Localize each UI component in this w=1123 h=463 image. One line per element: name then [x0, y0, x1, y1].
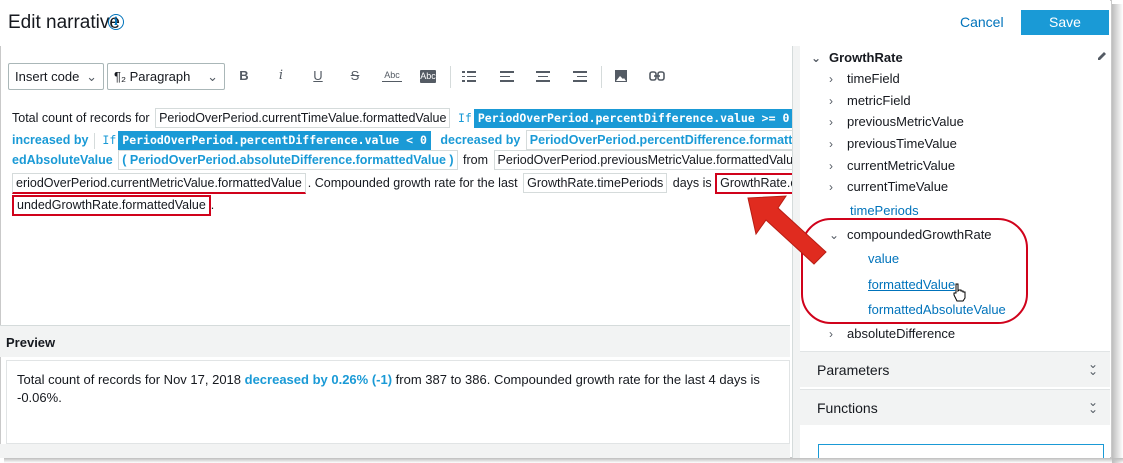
tree-node-label: absoluteDifference: [847, 326, 956, 341]
parameters-accordion[interactable]: Parameters ⌄ ⌄: [800, 351, 1110, 387]
tree-node-metricfield[interactable]: › metricField: [829, 93, 911, 108]
window-shadow-right: [1112, 4, 1123, 463]
tree-node-growthrate[interactable]: ⌄ GrowthRate: [811, 50, 903, 65]
preview-highlight: decreased by 0.26% (-1): [244, 372, 393, 387]
editor-toolbar: Insert code ⌄ ¶₂ Paragraph ⌄ B i U S Abc…: [3, 60, 793, 94]
tree-node-label: timeField: [847, 71, 900, 86]
preview-label: Preview: [6, 335, 56, 350]
preview-text: -0.06%.: [17, 390, 62, 405]
if-branch-text: increased by: [12, 133, 89, 147]
accordion-label: Functions: [817, 400, 878, 416]
chevron-right-icon: ›: [829, 159, 833, 173]
double-chevron-down-icon: ⌄ ⌄: [1087, 395, 1098, 416]
narrative-editor[interactable]: Total count of records for PeriodOverPer…: [0, 100, 842, 324]
bold-button[interactable]: B: [234, 68, 254, 83]
align-right-icon[interactable]: [573, 71, 587, 82]
expression-token[interactable]: PeriodOverPeriod.percentDifference.forma…: [525, 130, 797, 150]
info-icon[interactable]: i: [108, 14, 124, 30]
editor-line: Total count of records for PeriodOverPer…: [12, 106, 794, 128]
tree-leaf-timeperiods[interactable]: timePeriods: [850, 203, 919, 218]
editor-text: . Compounded growth rate for the last: [307, 176, 518, 190]
editor-text: .: [210, 198, 215, 212]
annotation-highlight-ellipse: [801, 218, 1028, 324]
tree-node-label: currentTimeValue: [847, 179, 949, 194]
preview-footer: [0, 444, 790, 458]
link-icon[interactable]: [649, 70, 665, 82]
functions-accordion[interactable]: Functions ⌄ ⌄: [800, 389, 1110, 425]
toolbar-divider: [601, 66, 602, 88]
tree-node-timefield[interactable]: › timeField: [829, 71, 900, 86]
chevron-down-icon: ⌄: [86, 69, 97, 84]
paragraph-style-dropdown[interactable]: ¶₂ Paragraph ⌄: [107, 63, 225, 90]
tree-node-currentmetricvalue[interactable]: › currentMetricValue: [829, 158, 955, 173]
tree-node-previousmetricvalue[interactable]: › previousMetricValue: [829, 114, 964, 129]
italic-button[interactable]: i: [271, 68, 291, 83]
insert-code-dropdown[interactable]: Insert code ⌄: [8, 63, 104, 90]
editor-line: edAbsoluteValue ( PeriodOverPeriod.absol…: [12, 148, 844, 170]
text-color-button[interactable]: Abc: [382, 70, 402, 82]
tree-node-label: currentMetricValue: [847, 158, 956, 173]
expression-token[interactable]: PeriodOverPeriod.currentTimeValue.format…: [155, 108, 451, 128]
expression-token[interactable]: ( PeriodOverPeriod.absoluteDifference.fo…: [118, 150, 458, 170]
highlighted-expression-token[interactable]: undedGrowthRate.formattedValue: [12, 195, 211, 216]
if-branch-text: decreased by: [440, 133, 521, 147]
expression-token[interactable]: eriodOverPeriod.currentMetricValue.forma…: [12, 173, 306, 194]
tree-node-label: GrowthRate: [829, 50, 903, 65]
annotation-arrow-icon: [747, 195, 827, 265]
chevron-right-icon: ›: [829, 94, 833, 108]
insert-code-label: Insert code: [15, 69, 80, 84]
double-chevron-down-icon: ⌄ ⌄: [1087, 357, 1098, 378]
highlight-button[interactable]: Abc: [420, 70, 436, 83]
edit-icon[interactable]: [1096, 50, 1108, 62]
expression-token[interactable]: edAbsoluteValue: [12, 153, 113, 167]
editor-text: Total count of records for: [12, 111, 150, 125]
chevron-down-icon: ⌄: [207, 69, 218, 84]
expression-token[interactable]: PeriodOverPeriod.previousMetricValue.for…: [493, 150, 804, 170]
chevron-down-icon: ⌄: [811, 51, 822, 65]
tree-node-label: previousMetricValue: [847, 114, 964, 129]
tree-node-previoustimevalue[interactable]: › previousTimeValue: [829, 136, 957, 151]
editor-text: from: [463, 153, 489, 167]
chevron-right-icon: ›: [829, 72, 833, 86]
cancel-button[interactable]: Cancel: [960, 14, 1004, 30]
editor-line: increased by If PeriodOverPeriod.percentD…: [12, 128, 798, 150]
editor-line: undedGrowthRate.formattedValue.: [12, 193, 215, 216]
underline-button[interactable]: U: [308, 68, 328, 83]
preview-text: Total count of records for Nov 17, 2018: [17, 372, 245, 387]
preview-content: Total count of records for Nov 17, 2018 …: [6, 360, 790, 444]
add-button-partial[interactable]: [818, 444, 1104, 458]
tree-node-currenttimevalue[interactable]: › currentTimeValue: [829, 179, 948, 194]
tree-node-label: previousTimeValue: [847, 136, 957, 151]
align-left-icon[interactable]: [500, 71, 514, 82]
tree-node-absolutedifference[interactable]: › absoluteDifference: [829, 326, 955, 341]
preview-text: from 387 to 386. Compounded growth rate …: [392, 372, 760, 387]
accordion-label: Parameters: [817, 362, 890, 378]
chevron-right-icon: ›: [829, 115, 833, 129]
align-center-icon[interactable]: [536, 71, 550, 82]
if-keyword: If: [457, 111, 472, 125]
chevron-right-icon: ›: [829, 327, 833, 341]
image-icon[interactable]: [614, 69, 628, 83]
bullet-list-icon[interactable]: [462, 71, 476, 82]
dialog-header: Edit narrative i Cancel Save: [0, 0, 1110, 46]
toolbar-divider: [450, 66, 451, 88]
save-button[interactable]: Save: [1021, 10, 1109, 35]
page-title: Edit narrative: [8, 12, 120, 33]
paragraph-style-label: ¶₂ Paragraph: [114, 69, 191, 84]
if-condition-block[interactable]: PeriodOverPeriod.percentDifference.value…: [473, 109, 794, 128]
chevron-right-icon: ›: [829, 137, 833, 151]
editor-text: days is: [672, 176, 712, 190]
tree-node-label: metricField: [847, 93, 911, 108]
expression-token[interactable]: GrowthRate.timePeriods: [523, 173, 668, 193]
preview-section-header: Preview: [0, 325, 790, 357]
chevron-right-icon: ›: [829, 180, 833, 194]
editor-line: eriodOverPeriod.currentMetricValue.forma…: [12, 171, 833, 194]
window-shadow-bottom: [4, 458, 1123, 463]
strikethrough-button[interactable]: S: [345, 68, 365, 83]
